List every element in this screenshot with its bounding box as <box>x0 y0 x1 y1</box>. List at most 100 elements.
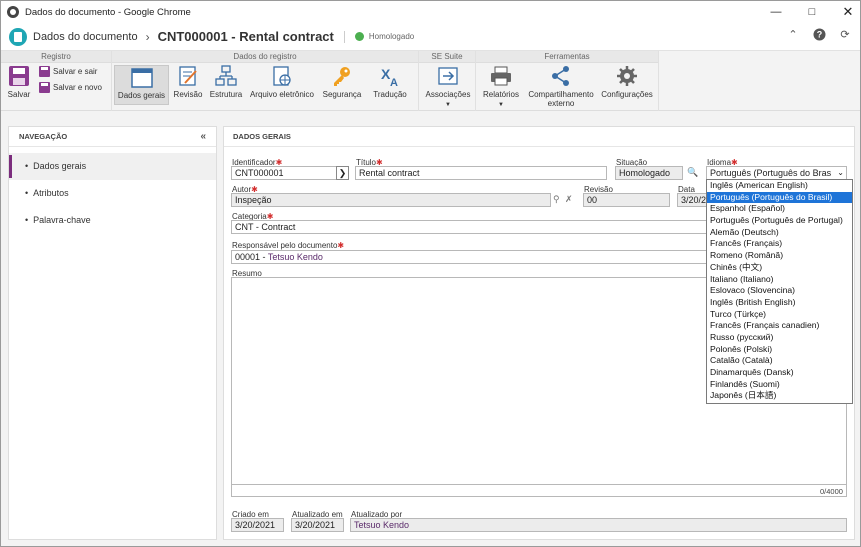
revision-field: 00 <box>583 193 670 207</box>
language-option[interactable]: Romeno (Română) <box>707 250 852 262</box>
responsible-label: Responsável pelo documento✱ <box>232 241 345 250</box>
language-option[interactable]: Português (Português do Brasil) <box>707 191 852 204</box>
updated-by-field: Tetsuo Kendo <box>350 518 847 532</box>
browser-window: Dados do documento - Google Chrome — □ ✕… <box>0 0 861 547</box>
language-option[interactable]: Polonês (Polski) <box>707 344 852 356</box>
ribbon-group-registro: Registro Salvar Salvar e sair Salvar e n… <box>1 51 112 111</box>
printer-icon <box>491 66 511 86</box>
nav-item-label: Dados gerais <box>33 161 87 171</box>
save-exit-icon <box>39 66 50 77</box>
nav-item-attributes[interactable]: • Atributos <box>9 180 216 207</box>
security-button[interactable]: Segurança <box>320 65 364 99</box>
identifier-field[interactable]: CNT000001 <box>231 166 337 180</box>
language-option[interactable]: Francês (Français canadien) <box>707 320 852 332</box>
responsible-field[interactable]: 00001 - Tetsuo Kendo <box>231 250 707 264</box>
electronic-file-icon <box>273 66 291 86</box>
language-dropdown-list: Inglês (American English) Português (Port… <box>706 179 853 404</box>
language-option[interactable]: Russo (русский) <box>707 332 852 344</box>
language-option[interactable]: Inglês (British English) <box>707 297 852 309</box>
revision-button[interactable]: Revisão <box>172 65 204 99</box>
nav-item-general-data[interactable]: • Dados gerais <box>9 153 216 180</box>
created-field: 3/20/2021 <box>231 518 284 532</box>
language-option[interactable]: Chinês (中文) <box>707 262 852 274</box>
collapse-panel-icon[interactable]: « <box>200 127 206 147</box>
binoculars-icon[interactable]: 🔍 <box>687 167 698 178</box>
language-option[interactable]: Francês (Français) <box>707 238 852 250</box>
title-bar: Dados do documento - Google Chrome — □ ✕ <box>1 1 860 23</box>
group-title: Ferramentas <box>476 51 658 63</box>
language-option[interactable]: Turco (Türkçe) <box>707 309 852 321</box>
search-icon[interactable]: ⚲ <box>553 194 560 205</box>
title-field[interactable]: Rental contract <box>355 166 607 180</box>
responsible-name: Tetsuo Kendo <box>267 252 323 262</box>
nav-item-label: Atributos <box>33 188 69 198</box>
language-option[interactable]: Inglês (American English) <box>707 180 852 192</box>
section-title: DADOS GERAIS <box>224 127 854 147</box>
collapse-header-icon[interactable]: ⌃ <box>786 27 800 41</box>
svg-text:A: A <box>390 77 398 87</box>
electronic-file-button[interactable]: Arquivo eletrônico <box>248 65 316 99</box>
category-field[interactable]: CNT - Contract <box>231 220 707 234</box>
navigation-header: NAVEGAÇÃO « <box>9 127 216 147</box>
language-option[interactable]: Alemão (Deutsch) <box>707 227 852 239</box>
nav-item-keywords[interactable]: • Palavra-chave <box>9 207 216 234</box>
required-icon: ✱ <box>337 241 345 250</box>
reports-label: Relatórios <box>482 90 519 99</box>
associations-icon <box>438 67 458 85</box>
updated-field: 3/20/2021 <box>291 518 344 532</box>
language-option[interactable]: Japonês (日本語) <box>707 390 852 402</box>
document-title: CNT000001 - Rental contract <box>157 29 334 44</box>
save-new-button[interactable]: Salvar e novo <box>39 82 102 93</box>
language-option[interactable]: Eslovaco (Slovencina) <box>707 285 852 297</box>
identifier-arrow-button[interactable]: ❯ <box>336 166 349 180</box>
app-header: Dados do documento › CNT000001 - Rental … <box>1 23 860 51</box>
date-field: 3/20/2 <box>677 193 707 207</box>
language-option[interactable]: Catalão (Català) <box>707 355 852 367</box>
general-data-button[interactable]: Dados gerais <box>114 65 169 105</box>
reports-button[interactable]: Relatórios ▼ <box>480 65 522 110</box>
ribbon-group-dados: Dados do registro Dados gerais Revisão E… <box>112 51 419 111</box>
situation-field: Homologado <box>615 166 683 180</box>
help-icon[interactable]: ? <box>812 27 826 41</box>
ribbon-group-ferramentas: Ferramentas Relatórios ▼ Compartilhamento… <box>476 51 659 111</box>
window-icon <box>130 68 153 88</box>
language-option[interactable]: Português (Português de Portugal) <box>707 215 852 227</box>
language-select[interactable]: Português (Português do Bras ⌄ <box>706 166 847 180</box>
author-field: Inspeção <box>231 193 551 207</box>
save-exit-button[interactable]: Salvar e sair <box>39 66 97 77</box>
revision-label: Revisão <box>173 90 203 99</box>
ribbon-toolbar: Registro Salvar Salvar e sair Salvar e n… <box>1 51 860 111</box>
summary-counter-bar <box>231 485 847 497</box>
external-sharing-button[interactable]: Compartilhamento externo <box>526 65 596 108</box>
save-button[interactable]: Salvar <box>4 65 34 99</box>
structure-icon <box>215 65 237 86</box>
dropdown-caret-icon: ▼ <box>445 102 451 108</box>
language-option[interactable]: Dinamarquês (Dansk) <box>707 367 852 379</box>
gear-icon <box>617 66 637 86</box>
minimize-button[interactable]: — <box>759 1 793 23</box>
refresh-icon[interactable]: ⟳ <box>838 27 852 41</box>
svg-text:?: ? <box>816 29 822 39</box>
electronic-file-label: Arquivo eletrônico <box>249 90 315 99</box>
language-option[interactable]: Finlandês (Suomi) <box>707 379 852 391</box>
maximize-button[interactable]: □ <box>795 1 829 23</box>
status-text: Homologado <box>368 32 415 41</box>
language-option[interactable]: Italiano (Italiano) <box>707 274 852 286</box>
sharing-label-2: externo <box>547 99 575 108</box>
navigation-title: NAVEGAÇÃO <box>19 132 68 141</box>
general-data-label: Dados gerais <box>117 91 166 100</box>
language-option[interactable]: Espanhol (Español) <box>707 203 852 215</box>
close-button[interactable]: ✕ <box>831 1 861 23</box>
group-title: SE Suite <box>419 51 475 63</box>
dropdown-caret-icon: ▼ <box>498 102 504 108</box>
group-title: Dados do registro <box>112 51 418 63</box>
associations-button[interactable]: Associações ▼ <box>423 65 473 110</box>
document-app-icon <box>9 27 27 46</box>
chrome-icon <box>7 6 19 18</box>
translation-button[interactable]: XA Tradução <box>368 65 412 99</box>
window-title: Dados do documento - Google Chrome <box>25 6 191 18</box>
sharing-label: Compartilhamento <box>528 90 594 99</box>
structure-button[interactable]: Estrutura <box>208 65 244 99</box>
clear-icon[interactable]: ✗ <box>565 194 573 205</box>
settings-button[interactable]: Configurações <box>600 65 654 99</box>
